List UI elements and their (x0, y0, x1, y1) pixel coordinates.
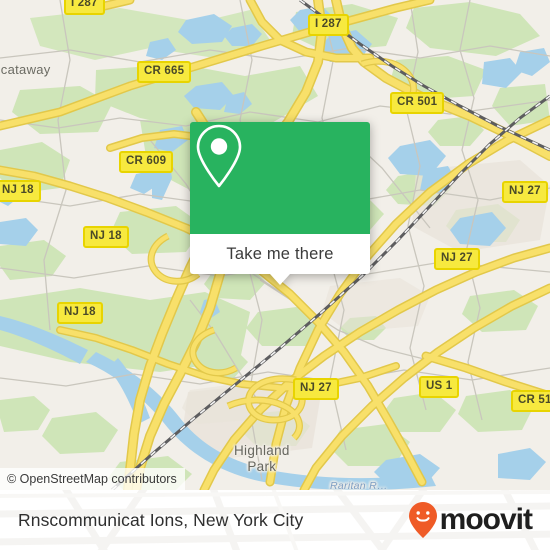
take-me-there-card[interactable]: Take me there (190, 122, 370, 285)
moovit-pin-smiley-icon (408, 502, 437, 538)
shield-i-287-top-left[interactable]: I 287 (64, 0, 105, 15)
shield-nj-18-left[interactable]: NJ 18 (0, 180, 41, 202)
map-canvas[interactable]: scataway HighlandPark Raritan R… I 287 I… (0, 0, 550, 490)
shield-nj-27-lower[interactable]: NJ 27 (293, 378, 339, 400)
take-me-there-label: Take me there (226, 244, 334, 263)
shield-nj-18-lower[interactable]: NJ 18 (57, 302, 103, 324)
shield-cr-514[interactable]: CR 514 (511, 390, 550, 412)
card-pointer-tail (270, 274, 290, 285)
moovit-brand[interactable]: moovit (408, 501, 533, 539)
shield-cr-501[interactable]: CR 501 (390, 92, 445, 114)
shield-us-1[interactable]: US 1 (419, 376, 460, 398)
map-pin-icon (196, 124, 242, 188)
moovit-wordmark: moovit (439, 503, 533, 536)
moovit-map-screenshot: scataway HighlandPark Raritan R… I 287 I… (0, 0, 550, 550)
footer-content: Rnscommunicat Ions, New York City moovit (0, 490, 550, 550)
shield-i-287[interactable]: I 287 (308, 14, 349, 36)
shield-cr-609[interactable]: CR 609 (119, 151, 174, 173)
footer-bar: Rnscommunicat Ions, New York City moovit (0, 490, 550, 550)
card-action-area[interactable]: Take me there (190, 234, 370, 274)
shield-nj-27-right[interactable]: NJ 27 (502, 181, 548, 203)
card-image-area (190, 122, 370, 234)
shield-cr-665[interactable]: CR 665 (137, 61, 192, 83)
shield-nj-18-mid[interactable]: NJ 18 (83, 226, 129, 248)
shield-nj-27-mid[interactable]: NJ 27 (434, 248, 480, 270)
osm-attribution[interactable]: © OpenStreetMap contributors (0, 468, 185, 490)
footer-place-title: Rnscommunicat Ions, New York City (18, 509, 304, 530)
